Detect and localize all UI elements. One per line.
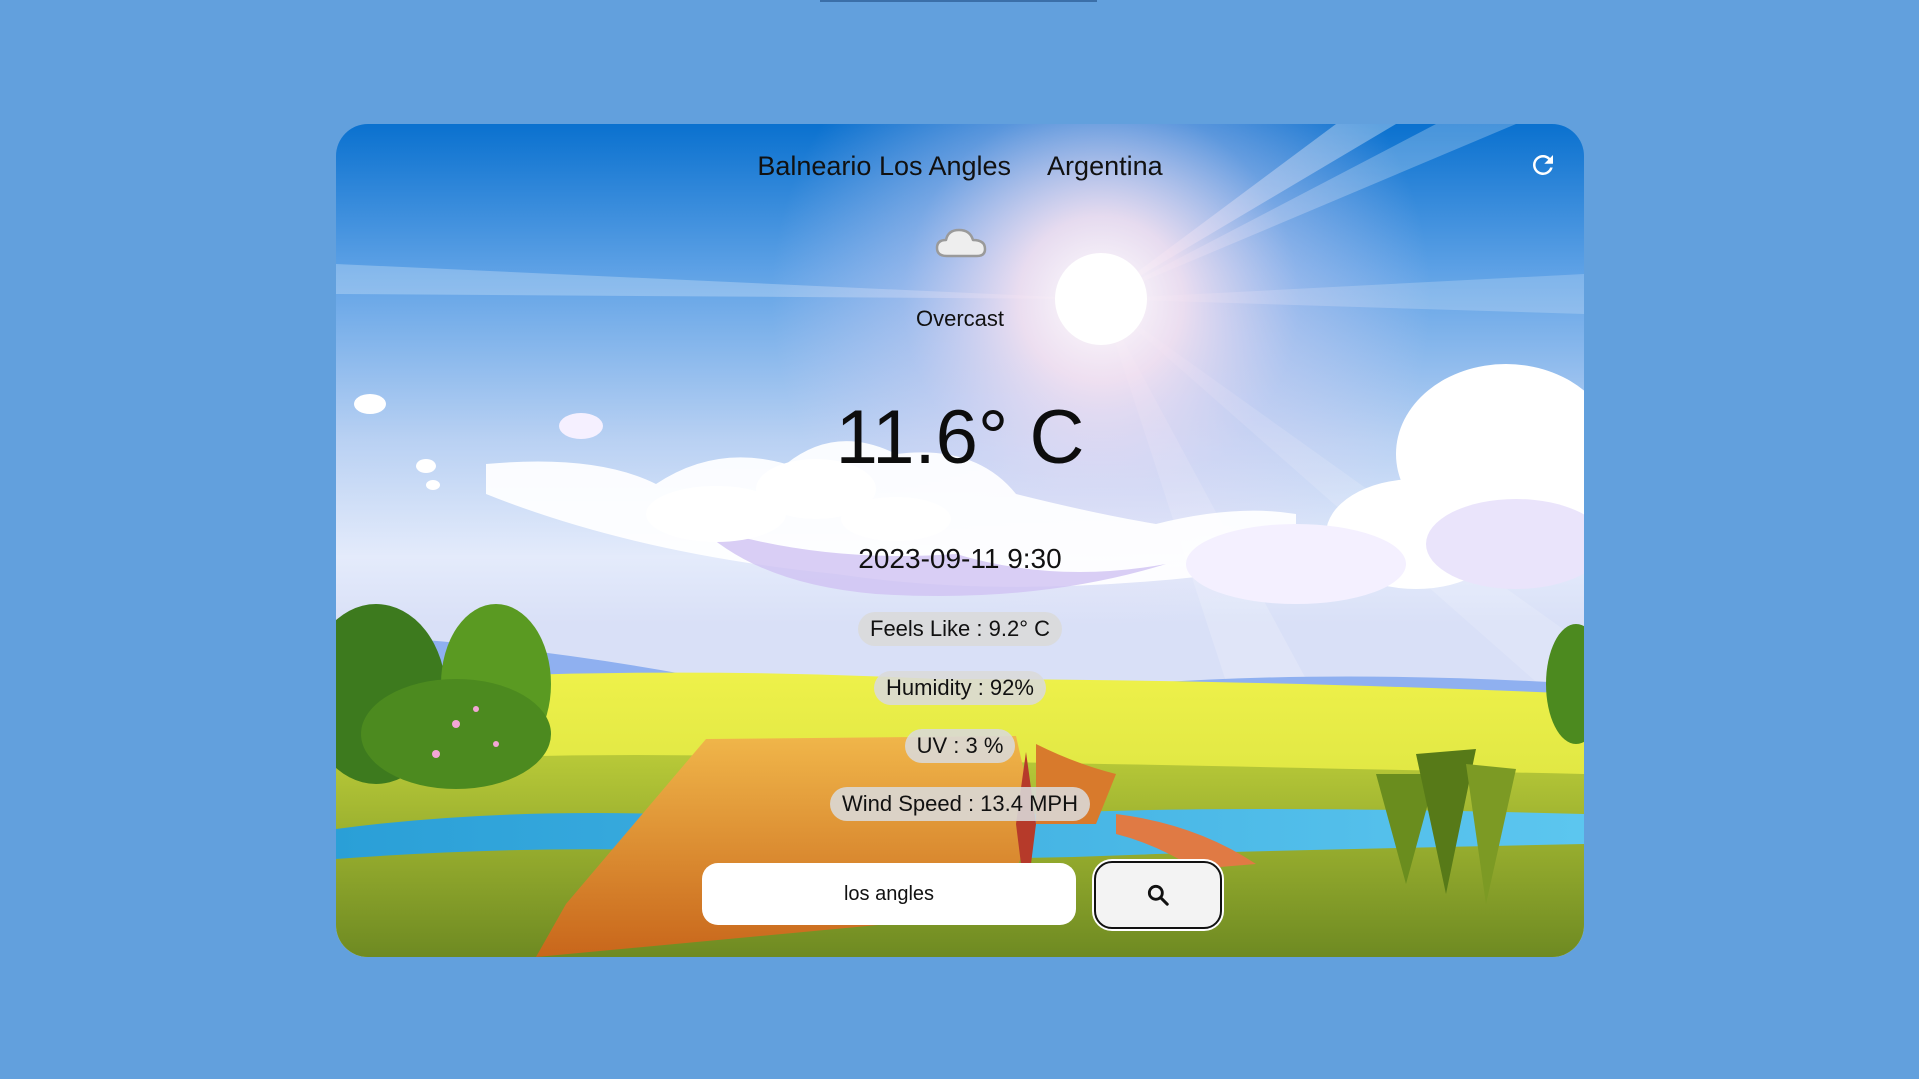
- temperature: 11.6° C: [835, 395, 1085, 480]
- search-icon: [1147, 884, 1169, 906]
- local-datetime: 2023-09-11 9:30: [858, 543, 1062, 574]
- refresh-icon: [1533, 155, 1553, 175]
- top-loading-bar: [820, 0, 1097, 2]
- feels-like-badge: Feels Like : 9.2° C: [858, 612, 1062, 646]
- cloud-icon: [935, 228, 987, 258]
- wind-speed-badge: Wind Speed : 13.4 MPH: [829, 787, 1090, 821]
- humidity-row: Humidity : 92%: [336, 671, 1584, 705]
- location-header: Balneario Los Angles Argentina: [336, 144, 1584, 188]
- refresh-button[interactable]: [1528, 150, 1558, 180]
- uv-row: UV : 3 %: [336, 729, 1584, 763]
- search-input[interactable]: [702, 863, 1076, 925]
- city-name: Balneario Los Angles: [757, 150, 1012, 181]
- country-name: Argentina: [1047, 150, 1163, 181]
- feels-like-row: Feels Like : 9.2° C: [336, 612, 1584, 646]
- wind-speed-row: Wind Speed : 13.4 MPH: [336, 787, 1584, 821]
- uv-badge: UV : 3 %: [904, 729, 1016, 763]
- weather-condition: Overcast: [915, 306, 1005, 331]
- humidity-badge: Humidity : 92%: [874, 671, 1046, 705]
- weather-card: Balneario Los Angles Argentina Overcast …: [336, 124, 1584, 957]
- search-button[interactable]: [1094, 861, 1222, 929]
